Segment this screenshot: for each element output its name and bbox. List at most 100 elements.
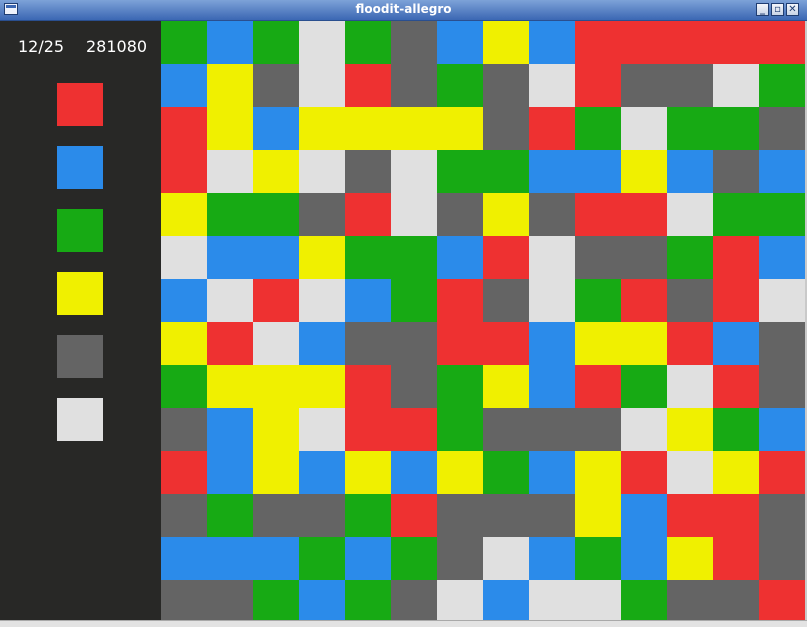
board-cell	[391, 322, 437, 365]
board-cell	[391, 580, 437, 623]
board-cell	[391, 21, 437, 64]
board-cell	[207, 494, 253, 537]
board-cell	[253, 236, 299, 279]
board-cell	[575, 322, 621, 365]
board-cell	[299, 236, 345, 279]
board-cell	[299, 64, 345, 107]
board-cell	[575, 150, 621, 193]
board-cell	[161, 408, 207, 451]
color-button-G[interactable]	[57, 209, 103, 252]
board-cell	[345, 494, 391, 537]
board-cell	[667, 451, 713, 494]
board-cell	[759, 107, 805, 150]
color-button-W[interactable]	[57, 398, 103, 441]
maximize-button[interactable]: ▫	[771, 3, 784, 16]
board-cell	[529, 64, 575, 107]
board-cell	[713, 322, 759, 365]
bottom-strip	[0, 620, 807, 627]
board-cell	[161, 580, 207, 623]
board-cell	[437, 150, 483, 193]
board-cell	[529, 107, 575, 150]
board-cell	[483, 580, 529, 623]
board-cell	[207, 322, 253, 365]
board-cell	[299, 279, 345, 322]
move-counter: 12/25	[18, 37, 65, 56]
board-cell	[299, 322, 345, 365]
minimize-button[interactable]: _	[756, 3, 769, 16]
board-cell	[483, 150, 529, 193]
board-cell	[667, 107, 713, 150]
board-cell	[529, 236, 575, 279]
board-cell	[575, 494, 621, 537]
board-cell	[207, 451, 253, 494]
board-cell	[621, 193, 667, 236]
board-cell	[161, 494, 207, 537]
color-button-R[interactable]	[57, 83, 103, 126]
score: 281080	[86, 37, 148, 56]
board-cell	[713, 279, 759, 322]
board-cell	[391, 64, 437, 107]
board-cell	[391, 279, 437, 322]
board-cell	[437, 365, 483, 408]
board-cell	[253, 365, 299, 408]
board-cell	[759, 21, 805, 64]
board-cell	[713, 193, 759, 236]
board-cell	[391, 408, 437, 451]
board-cell	[621, 322, 667, 365]
color-button-B[interactable]	[57, 146, 103, 189]
board-cell	[207, 537, 253, 580]
board-cell	[621, 150, 667, 193]
board-cell	[207, 150, 253, 193]
board-cell	[299, 408, 345, 451]
board-cell	[437, 322, 483, 365]
board-cell	[529, 537, 575, 580]
board-cell	[161, 236, 207, 279]
board-cell	[667, 279, 713, 322]
board-cell	[299, 537, 345, 580]
board-cell	[391, 150, 437, 193]
board-cell	[759, 365, 805, 408]
board-cell	[529, 365, 575, 408]
board-cell	[483, 365, 529, 408]
board-cell	[207, 193, 253, 236]
board-cell	[253, 408, 299, 451]
board-cell	[437, 408, 483, 451]
board-cell	[483, 408, 529, 451]
board-cell	[345, 408, 391, 451]
board-cell	[483, 64, 529, 107]
board-cell	[667, 494, 713, 537]
close-button[interactable]: ✕	[786, 3, 799, 16]
board-cell	[345, 64, 391, 107]
board-cell	[575, 537, 621, 580]
board-cell	[161, 150, 207, 193]
board-cell	[483, 193, 529, 236]
title-bar: floodit-allegro _ ▫ ✕	[0, 0, 807, 21]
board-cell	[161, 322, 207, 365]
board-cell	[253, 322, 299, 365]
board-cell	[391, 193, 437, 236]
board-cell	[621, 408, 667, 451]
color-button-D[interactable]	[57, 335, 103, 378]
board-cell	[759, 236, 805, 279]
board-cell	[345, 150, 391, 193]
board-cell	[437, 107, 483, 150]
board-cell	[483, 494, 529, 537]
board-cell	[713, 21, 759, 64]
board-cell	[667, 21, 713, 64]
board-cell	[483, 236, 529, 279]
board-cell	[161, 21, 207, 64]
board-cell	[391, 494, 437, 537]
board-cell	[299, 494, 345, 537]
board-cell	[529, 451, 575, 494]
board-cell	[299, 21, 345, 64]
board-cell	[575, 107, 621, 150]
color-button-Y[interactable]	[57, 272, 103, 315]
board-cell	[529, 21, 575, 64]
board-cell	[253, 537, 299, 580]
board-cell	[207, 279, 253, 322]
board-cell	[299, 451, 345, 494]
board-cell	[529, 580, 575, 623]
board-cell	[161, 193, 207, 236]
board-cell	[621, 236, 667, 279]
board-cell	[713, 236, 759, 279]
